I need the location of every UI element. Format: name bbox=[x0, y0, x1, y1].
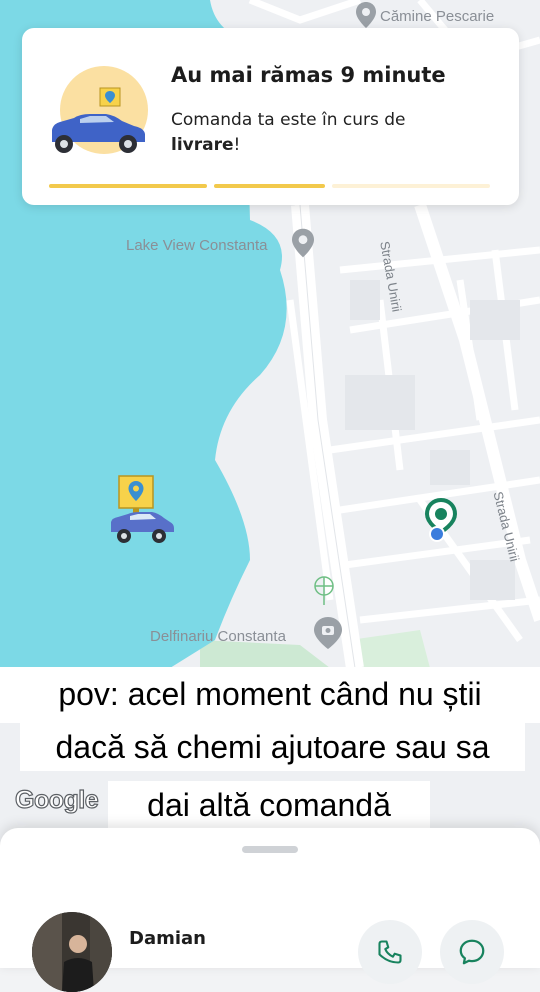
phone-icon bbox=[376, 938, 404, 970]
status-text-suffix: ! bbox=[233, 135, 241, 155]
poi-lake-view-label: Lake View Constanta bbox=[126, 237, 268, 254]
car-illustration-icon bbox=[52, 64, 152, 158]
google-logo: Google bbox=[14, 785, 99, 814]
poi-camine-label: Cămine Pescarie bbox=[380, 8, 495, 25]
poi-delfinariu-label: Delfinariu Constanta bbox=[150, 628, 286, 645]
camera-pin-icon[interactable] bbox=[314, 617, 342, 653]
call-driver-button[interactable] bbox=[358, 920, 422, 984]
driver-avatar bbox=[32, 912, 112, 992]
caption-line-1: pov: acel moment când nu știi bbox=[0, 667, 540, 723]
crosshair-marker-icon bbox=[312, 575, 336, 609]
progress-step-3 bbox=[332, 184, 490, 188]
delivery-car-marker-icon[interactable] bbox=[108, 474, 178, 554]
user-location-marker-icon[interactable] bbox=[424, 497, 458, 550]
status-text-prefix: Comanda ta este în curs de bbox=[171, 110, 406, 130]
caption-line-2: dacă să chemi ajutoare sau sa bbox=[20, 723, 525, 771]
sheet-drag-handle[interactable] bbox=[242, 846, 298, 853]
driver-name: Damian bbox=[129, 928, 206, 949]
driver-bottom-sheet[interactable]: Damian bbox=[0, 828, 540, 992]
delivery-status-card: Au mai rămas 9 minute Comanda ta este în… bbox=[22, 28, 519, 205]
status-text-bold: livrare bbox=[171, 135, 234, 155]
progress-step-2 bbox=[214, 184, 325, 188]
delivery-eta-title: Au mai rămas 9 minute bbox=[171, 63, 446, 87]
caption-line-3: dai altă comandă bbox=[108, 781, 430, 829]
delivery-status-text: Comanda ta este în curs de livrare! bbox=[171, 108, 471, 158]
location-pin-icon[interactable] bbox=[292, 228, 314, 262]
chat-icon bbox=[457, 937, 487, 971]
progress-step-1 bbox=[49, 184, 207, 188]
chat-driver-button[interactable] bbox=[440, 920, 504, 984]
